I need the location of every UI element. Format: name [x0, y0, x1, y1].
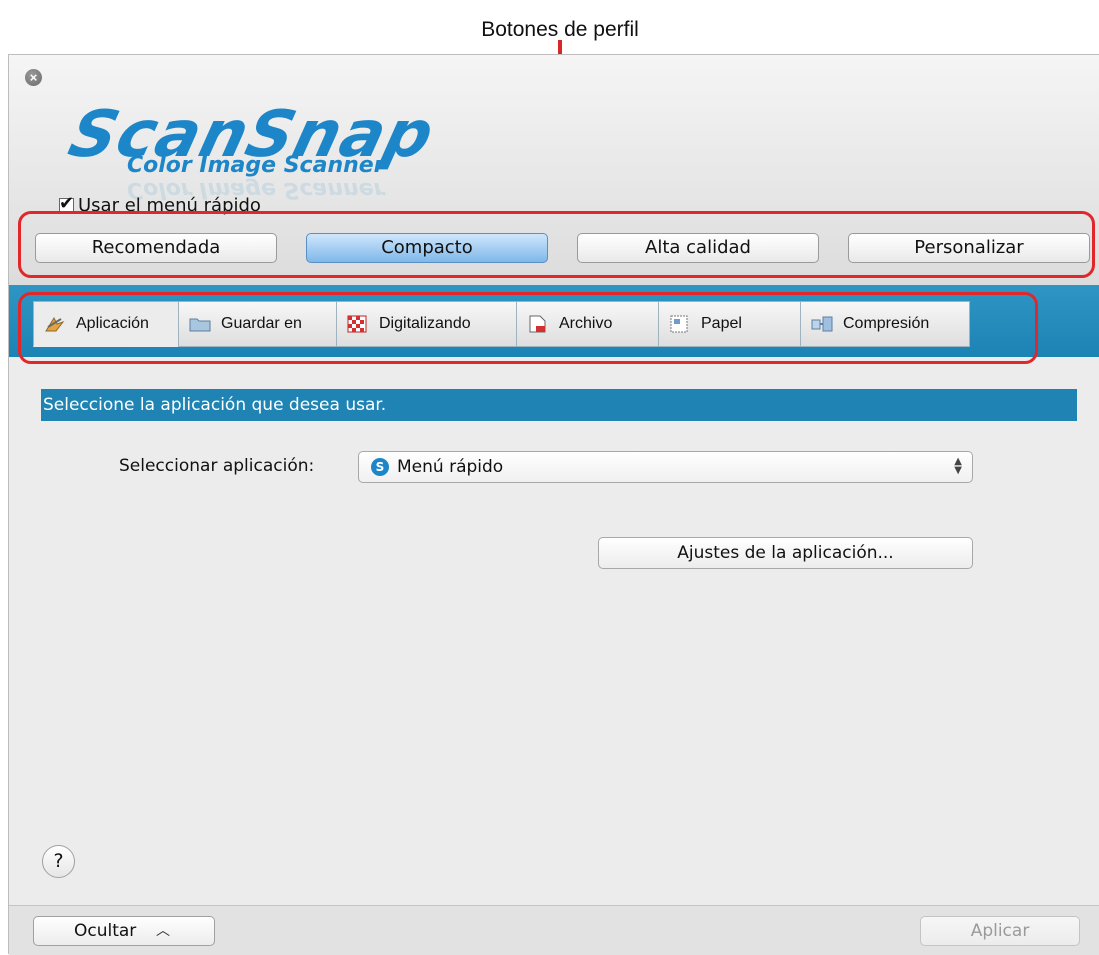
window-footer: Ocultar ︿ Aplicar — [9, 905, 1099, 955]
application-select[interactable]: S Menú rápido ▲ ▼ — [358, 451, 973, 483]
application-settings-button[interactable]: Ajustes de la aplicación... — [598, 537, 973, 569]
scansnap-logo: ScanSnap Color Image Scanner Color Image… — [62, 98, 442, 202]
tabs-highlight — [18, 292, 1038, 364]
application-select-value: Menú rápido — [397, 457, 504, 477]
select-app-label: Seleccionar aplicación: — [119, 456, 315, 476]
hide-button[interactable]: Ocultar ︿ — [33, 916, 215, 946]
section-title: Seleccione la aplicación que desea usar. — [41, 389, 1077, 421]
help-icon[interactable]: ? — [42, 845, 75, 878]
profile-buttons-caption: Botones de perfil — [481, 18, 639, 41]
scansnap-s-icon: S — [371, 458, 389, 476]
chevron-up-icon: ︿ — [156, 923, 170, 939]
scansnap-window: × ScanSnap Color Image Scanner Color Ima… — [8, 54, 1099, 955]
apply-button[interactable]: Aplicar — [920, 916, 1080, 946]
select-arrows-icon: ▲ ▼ — [954, 456, 962, 476]
profile-buttons-highlight — [18, 211, 1095, 278]
close-icon[interactable]: × — [25, 69, 42, 86]
tab-content: Seleccione la aplicación que desea usar.… — [9, 357, 1099, 905]
hide-button-label: Ocultar — [74, 921, 137, 941]
logo-subtitle: Color Image Scanner — [127, 153, 385, 178]
